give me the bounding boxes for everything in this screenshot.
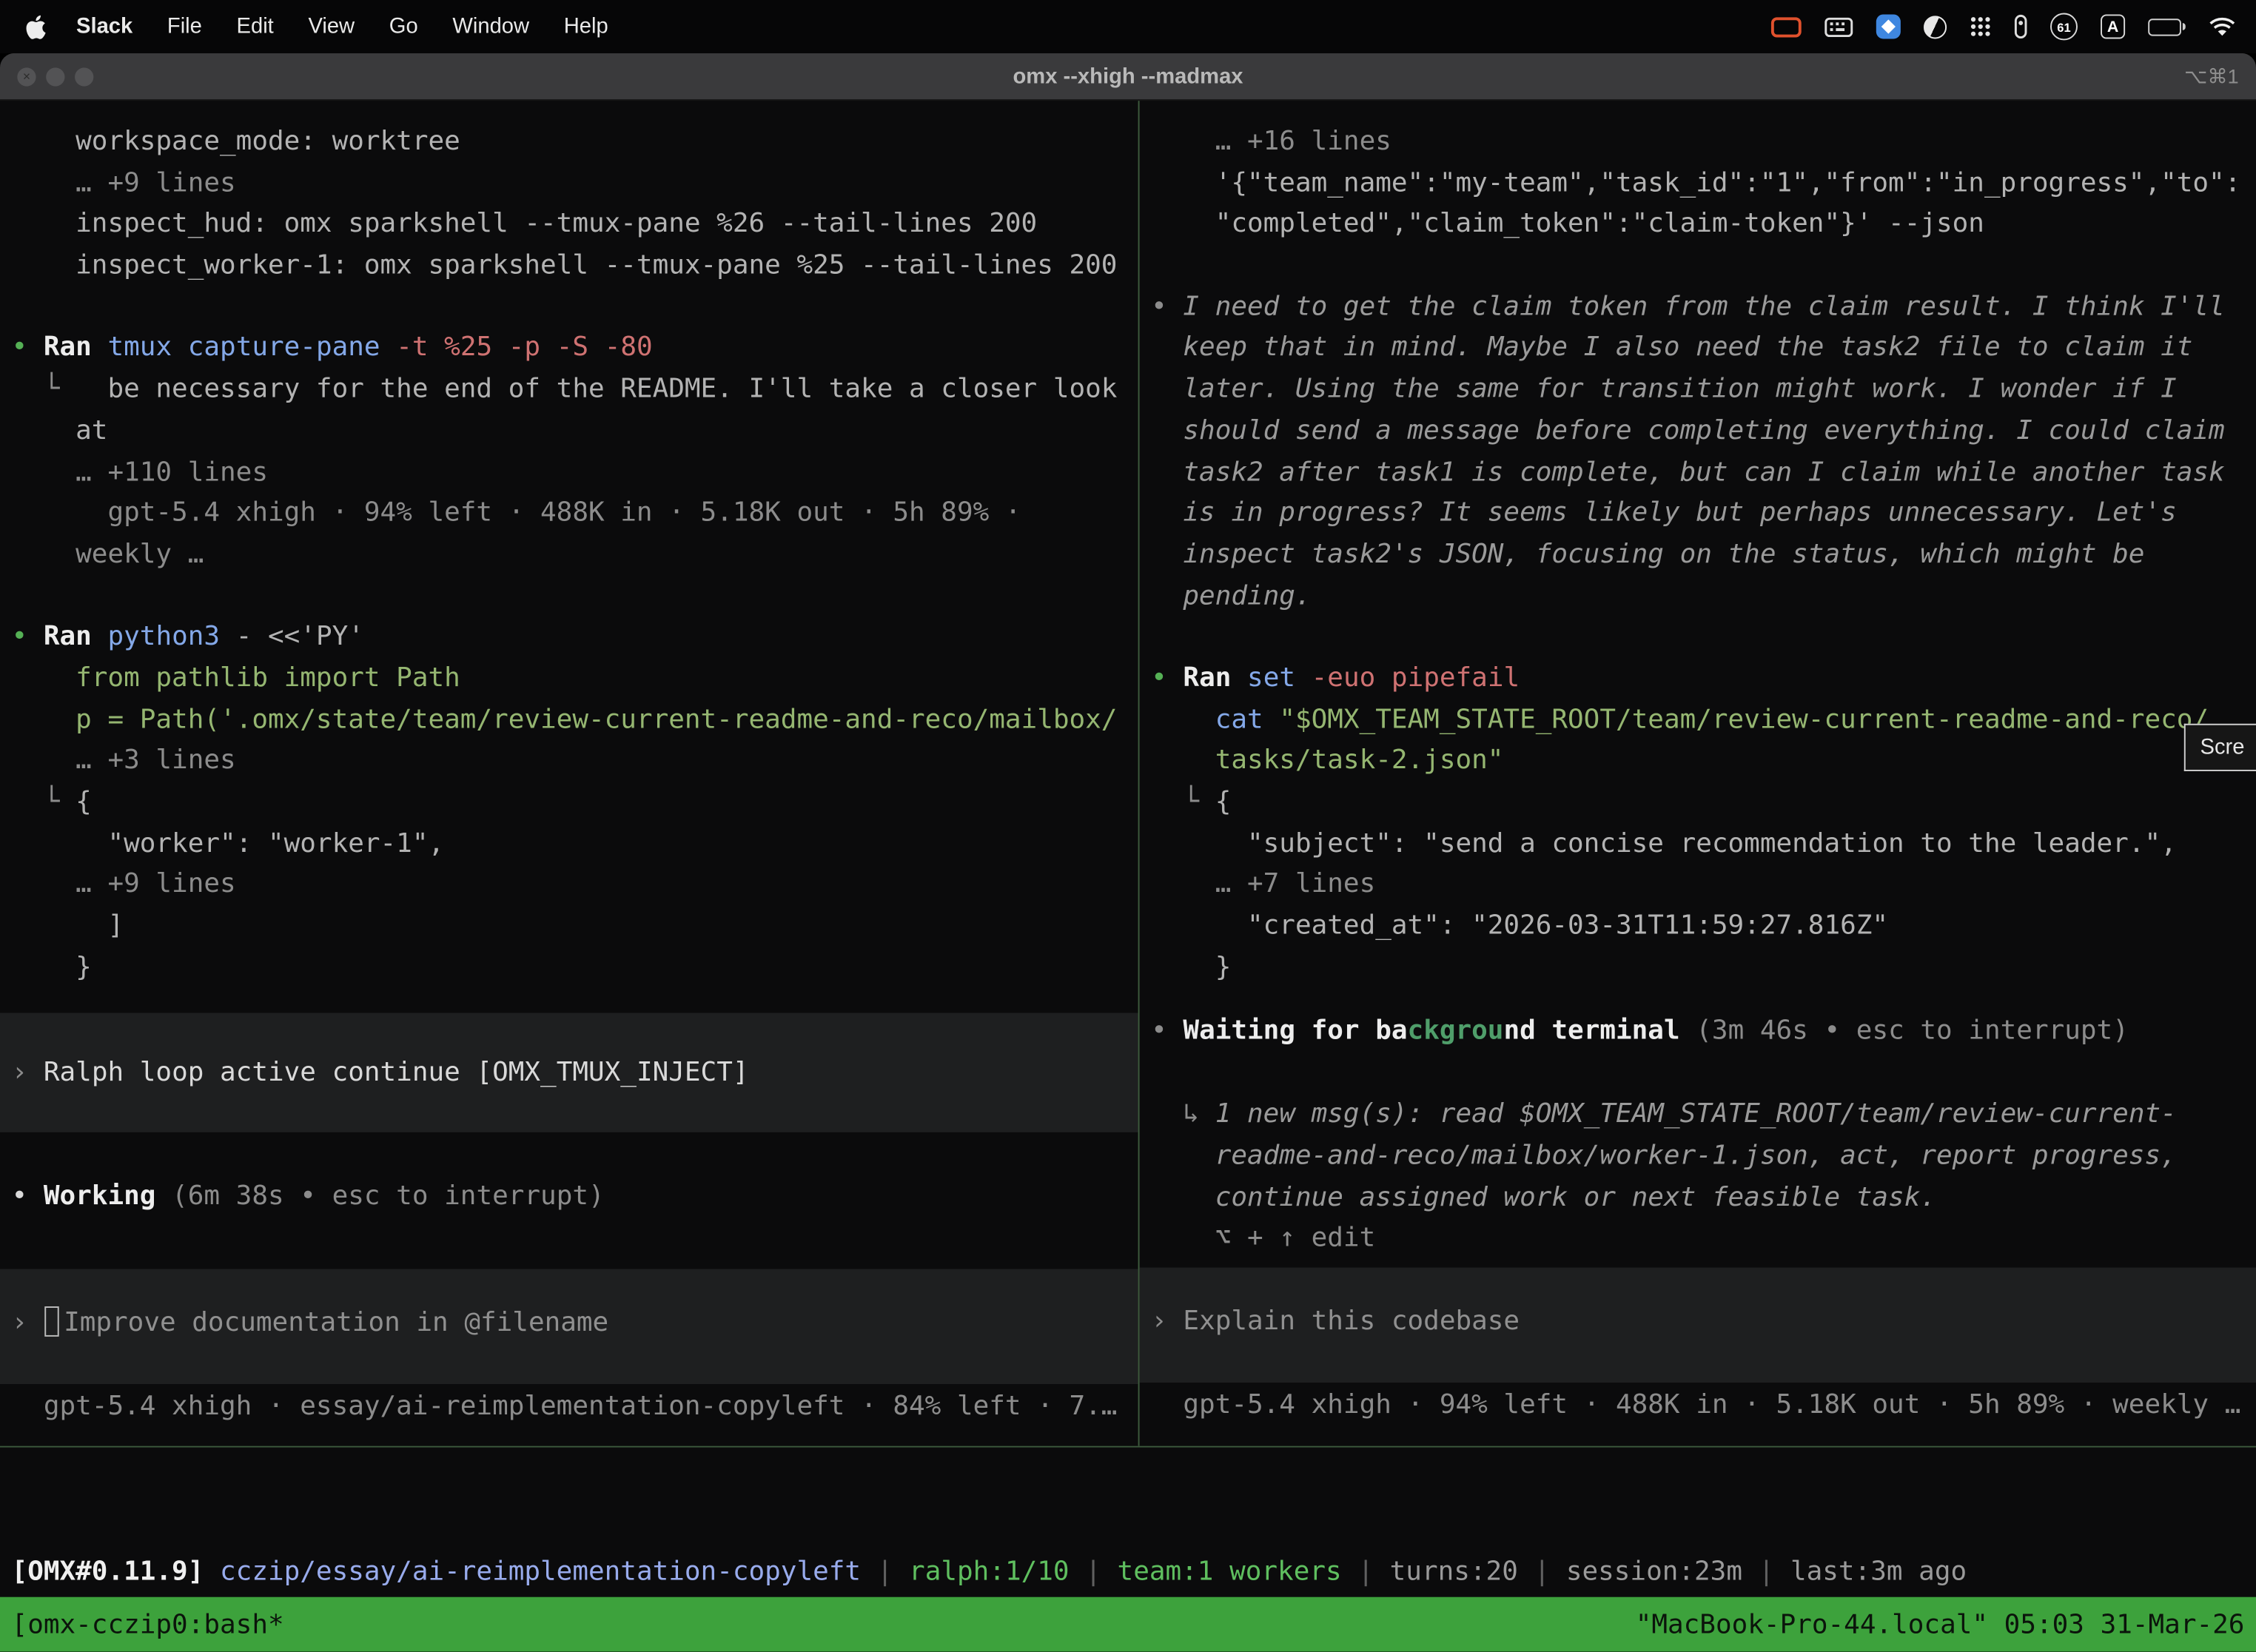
output-line: … +110 lines xyxy=(12,452,1138,494)
output-line: … +9 lines xyxy=(12,865,1138,907)
thinking-line: is in progress? It seems likely but perh… xyxy=(1151,494,2256,535)
menubar: Slack FileEditViewGoWindowHelp 61 A xyxy=(0,0,2256,53)
app-menu-slack[interactable]: Slack xyxy=(59,14,150,38)
prompt-input[interactable]: › Improve documentation in @filename xyxy=(0,1269,1138,1383)
thinking-line: keep that in mind. Maybe I also need the… xyxy=(1151,329,2256,370)
clipped-tooltip: Scre xyxy=(2184,724,2256,771)
output-line: └ { xyxy=(1151,782,2256,824)
minimize-button[interactable] xyxy=(46,67,64,85)
output-line: └ { xyxy=(12,782,1138,824)
output-line: └ be necessary for the end of the README… xyxy=(12,370,1138,412)
tmux-pane-right[interactable]: … +16 lines '{"team_name":"my-team","tas… xyxy=(1140,101,2256,1446)
output-line: weekly … xyxy=(12,535,1138,577)
blank-line xyxy=(12,287,1138,329)
output-line: } xyxy=(12,948,1138,990)
menu-list: FileEditViewGoWindowHelp xyxy=(150,14,625,38)
output-line: ] xyxy=(12,907,1138,948)
screen-recording-icon[interactable] xyxy=(1771,16,1802,36)
battery-icon[interactable] xyxy=(2148,18,2186,35)
thinking-line: inspect task2's JSON, focusing on the st… xyxy=(1151,535,2256,577)
output-line: at xyxy=(12,412,1138,453)
blank-line xyxy=(1151,246,2256,288)
prompt-input[interactable]: › Explain this codebase xyxy=(1140,1267,2256,1382)
ralph-loop-notice: › Ralph loop active continue [OMX_TMUX_I… xyxy=(0,1013,1138,1132)
tmux-pane-left[interactable]: workspace_mode: worktree … +9 lines insp… xyxy=(0,101,1138,1446)
menubar-menus: Slack FileEditViewGoWindowHelp xyxy=(26,13,625,39)
window-title: omx --xhigh --madmax xyxy=(0,64,2256,89)
menu-help[interactable]: Help xyxy=(546,14,625,38)
pane-footer: gpt-5.4 xhigh · 94% left · 488K in · 5.1… xyxy=(1151,1385,2256,1426)
screen: Slack FileEditViewGoWindowHelp 61 A xyxy=(0,0,2256,1652)
keyboard-icon[interactable] xyxy=(1824,16,1853,36)
thinking-line: later. Using the same for transition mig… xyxy=(1151,370,2256,412)
mailbox-message-line: continue assigned work or next feasible … xyxy=(1151,1178,2256,1219)
battery-percent-icon[interactable]: 61 xyxy=(2050,13,2078,40)
edit-hint-line: ⌥ + ↑ edit xyxy=(1151,1219,2256,1260)
code-line: p = Path('.omx/state/team/review-current… xyxy=(12,700,1138,742)
menu-window[interactable]: Window xyxy=(435,14,546,38)
thinking-line: pending. xyxy=(1151,577,2256,618)
config-line: … +9 lines xyxy=(12,164,1138,205)
thinking-line: should send a message before completing … xyxy=(1151,412,2256,453)
mailbox-message-line: ↳ 1 new msg(s): read $OMX_TEAM_STATE_ROO… xyxy=(1151,1095,2256,1137)
thinking-line: • I need to get the claim token from the… xyxy=(1151,287,2256,329)
output-line: '{"team_name":"my-team","task_id":"1","f… xyxy=(1151,164,2256,205)
menu-go[interactable]: Go xyxy=(372,14,435,38)
output-line: "completed","claim_token":"claim-token"}… xyxy=(1151,205,2256,246)
waiting-status-line: • Waiting for background terminal (3m 46… xyxy=(1151,1012,2256,1053)
zoom-button[interactable] xyxy=(75,67,93,85)
omx-hud: [OMX#0.11.9] cczip/essay/ai-reimplementa… xyxy=(0,1446,2256,1597)
code-line: … +3 lines xyxy=(12,742,1138,783)
working-status-line: • Working (6m 38s • esc to interrupt) xyxy=(12,1177,1138,1218)
traffic-lights: × xyxy=(17,67,93,85)
tmux-host-time: "MacBook-Pro-44.local" 05:03 31-Mar-26 xyxy=(1636,1609,2245,1639)
apple-logo-icon xyxy=(26,13,47,39)
apple-menu[interactable] xyxy=(26,13,47,39)
config-line: inspect_hud: omx sparkshell --tmux-pane … xyxy=(12,205,1138,246)
output-line: "subject": "send a concise recommendatio… xyxy=(1151,824,2256,865)
config-line: inspect_worker-1: omx sparkshell --tmux-… xyxy=(12,246,1138,288)
block-cursor xyxy=(45,1306,59,1337)
shortcuts-icon[interactable] xyxy=(1876,14,1901,38)
wifi-icon[interactable] xyxy=(2209,16,2236,36)
tmux-session-window: [omx-cczip0:bash* xyxy=(12,1609,284,1639)
window-titlebar[interactable]: × omx --xhigh --madmax ⌥⌘1 xyxy=(0,53,2256,101)
blank-line xyxy=(12,577,1138,618)
menubar-status-icons: 61 A xyxy=(1771,13,2236,40)
ran-command-line: • Ran tmux capture-pane -t %25 -p -S -80 xyxy=(12,329,1138,370)
terminal-content: workspace_mode: worktree … +9 lines insp… xyxy=(0,101,2256,1446)
circle-app-icon[interactable] xyxy=(1924,15,1947,38)
thinking-line: task2 after task1 is complete, but can I… xyxy=(1151,452,2256,494)
output-line: "worker": "worker-1", xyxy=(12,824,1138,865)
ran-command-line: • Ran python3 - <<'PY' xyxy=(12,617,1138,659)
menu-view[interactable]: View xyxy=(291,14,372,38)
command-line: tasks/task-2.json" xyxy=(1151,742,2256,783)
key-icon[interactable] xyxy=(2014,14,2027,38)
output-line: } xyxy=(1151,948,2256,990)
blank-line xyxy=(1151,617,2256,659)
ran-command-line: • Ran set -euo pipefail xyxy=(1151,659,2256,700)
tmux-status-bar: [omx-cczip0:bash* "MacBook-Pro-44.local"… xyxy=(0,1597,2256,1652)
output-line: … +16 lines xyxy=(1151,122,2256,164)
terminal-window: × omx --xhigh --madmax ⌥⌘1 workspace_mod… xyxy=(0,53,2256,1652)
code-line: from pathlib import Path xyxy=(12,659,1138,700)
mailbox-message-line: readme-and-reco/mailbox/worker-1.json, a… xyxy=(1151,1136,2256,1178)
command-line: cat "$OMX_TEAM_STATE_ROOT/team/review-cu… xyxy=(1151,700,2256,742)
output-line: "created_at": "2026-03-31T11:59:27.816Z" xyxy=(1151,907,2256,948)
output-line: … +7 lines xyxy=(1151,865,2256,907)
dots-grid-icon[interactable] xyxy=(1970,16,1991,37)
omx-status-line: [OMX#0.11.9] cczip/essay/ai-reimplementa… xyxy=(12,1553,2256,1594)
output-line: gpt-5.4 xhigh · 94% left · 488K in · 5.1… xyxy=(12,494,1138,535)
input-source-icon[interactable]: A xyxy=(2101,14,2125,38)
config-line: workspace_mode: worktree xyxy=(12,122,1138,164)
window-shortcut-hint: ⌥⌘1 xyxy=(2184,64,2239,89)
menu-edit[interactable]: Edit xyxy=(219,14,291,38)
pane-footer: gpt-5.4 xhigh · essay/ai-reimplementatio… xyxy=(12,1386,1138,1428)
close-button[interactable]: × xyxy=(17,67,36,85)
menu-file[interactable]: File xyxy=(150,14,220,38)
